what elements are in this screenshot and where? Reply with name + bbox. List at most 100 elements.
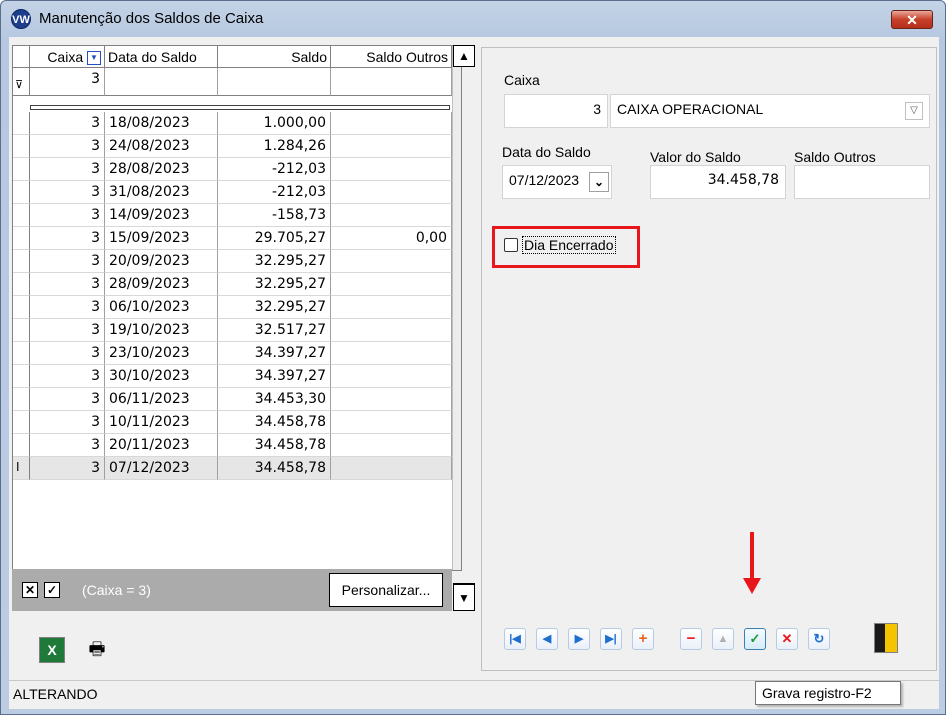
caixa-name-select[interactable]: CAIXA OPERACIONAL ▽ [610,94,930,128]
table-cell[interactable]: 3 [30,204,105,227]
close-button[interactable]: ✕ [891,10,933,29]
table-cell[interactable]: 1.000,00 [218,112,331,135]
table-cell[interactable]: 3 [30,112,105,135]
column-header-data[interactable]: Data do Saldo [105,46,218,68]
next-record-icon[interactable]: ▶ [568,628,590,650]
table-cell[interactable]: 3 [30,181,105,204]
row-indicator[interactable] [13,388,30,411]
add-icon[interactable]: + [632,628,654,650]
table-cell[interactable] [331,158,452,181]
table-cell[interactable] [331,135,452,158]
table-cell[interactable]: 3 [30,319,105,342]
valor-saldo-field[interactable]: 34.458,78 [650,165,786,199]
table-cell[interactable]: 3 [30,388,105,411]
table-cell[interactable]: 30/10/2023 [105,365,218,388]
table-cell[interactable]: 34.453,30 [218,388,331,411]
table-cell[interactable] [331,112,452,135]
row-indicator[interactable] [13,158,30,181]
refresh-icon[interactable]: ↻ [808,628,830,650]
excel-icon[interactable]: X [39,637,65,663]
table-cell[interactable]: 1.284,26 [218,135,331,158]
table-cell[interactable] [331,388,452,411]
table-cell[interactable] [331,296,452,319]
row-indicator[interactable] [13,135,30,158]
dia-encerrado-checkbox[interactable] [504,238,518,252]
column-header-caixa[interactable]: Caixa ▼ [30,46,105,68]
table-cell[interactable]: 24/08/2023 [105,135,218,158]
table-cell[interactable]: 18/08/2023 [105,112,218,135]
cancel-icon[interactable]: ✕ [776,628,798,650]
table-cell[interactable]: 3 [30,273,105,296]
row-indicator[interactable] [13,181,30,204]
table-cell[interactable]: 34.458,78 [218,457,331,480]
table-cell[interactable]: 20/11/2023 [105,434,218,457]
table-cell[interactable]: 28/09/2023 [105,273,218,296]
row-indicator[interactable] [13,365,30,388]
row-indicator[interactable] [13,112,30,135]
table-cell[interactable]: 32.295,27 [218,250,331,273]
dia-encerrado-label[interactable]: Dia Encerrado [522,236,616,254]
table-cell[interactable]: -158,73 [218,204,331,227]
saldo-outros-field[interactable] [794,165,930,199]
table-cell[interactable]: -212,03 [218,181,331,204]
row-indicator[interactable] [13,411,30,434]
table-cell[interactable]: 14/09/2023 [105,204,218,227]
table-cell[interactable] [331,273,452,296]
table-cell[interactable] [331,342,452,365]
table-cell[interactable] [331,204,452,227]
table-cell[interactable]: 34.458,78 [218,411,331,434]
saldos-grid[interactable]: Caixa ▼ Data do Saldo Saldo Saldo Outros… [12,45,462,571]
table-cell[interactable]: 15/09/2023 [105,227,218,250]
last-record-icon[interactable]: ▶| [600,628,622,650]
table-cell[interactable]: 31/08/2023 [105,181,218,204]
scroll-down-button[interactable]: ▼ [453,583,475,611]
column-header-saldo[interactable]: Saldo [218,46,331,68]
remove-icon[interactable]: − [680,628,702,650]
table-cell[interactable]: 3 [30,342,105,365]
row-indicator[interactable] [13,227,30,250]
row-indicator[interactable] [13,273,30,296]
table-cell[interactable] [331,365,452,388]
table-cell[interactable]: 3 [30,250,105,273]
filter-cell-caixa[interactable]: 3 [30,68,105,96]
table-cell[interactable]: 28/08/2023 [105,158,218,181]
row-indicator[interactable] [13,204,30,227]
customize-button[interactable]: Personalizar... [329,573,443,607]
table-cell[interactable]: 10/11/2023 [105,411,218,434]
table-cell[interactable]: 3 [30,158,105,181]
row-indicator[interactable]: I [13,457,30,480]
table-cell[interactable]: 34.458,78 [218,434,331,457]
vertical-scrollbar[interactable] [452,46,461,570]
filter-cell-data[interactable] [105,68,218,96]
table-cell[interactable]: 29.705,27 [218,227,331,250]
table-cell[interactable]: 3 [30,434,105,457]
table-cell[interactable]: 06/11/2023 [105,388,218,411]
table-cell[interactable]: 06/10/2023 [105,296,218,319]
exit-icon[interactable] [874,623,898,653]
filter-dropdown-icon[interactable]: ▼ [87,51,101,66]
table-cell[interactable]: 32.295,27 [218,296,331,319]
table-cell[interactable]: 20/09/2023 [105,250,218,273]
data-saldo-field[interactable]: 07/12/2023 ⌄ [502,165,612,199]
printer-icon[interactable]: 🖶 [85,637,109,661]
table-cell[interactable] [331,250,452,273]
scroll-up-button[interactable]: ▲ [453,45,475,67]
table-cell[interactable]: 3 [30,365,105,388]
clear-filter-icon[interactable]: ✕ [22,582,38,598]
enable-filter-checkbox[interactable]: ✓ [44,582,60,598]
column-header-saldo-outros[interactable]: Saldo Outros [331,46,452,68]
prev-record-icon[interactable]: ◀ [536,628,558,650]
table-cell[interactable] [331,181,452,204]
table-cell[interactable]: 32.295,27 [218,273,331,296]
table-cell[interactable]: 3 [30,296,105,319]
table-cell[interactable]: 34.397,27 [218,342,331,365]
table-cell[interactable]: 3 [30,135,105,158]
edit-icon[interactable]: ▲ [712,628,734,650]
row-indicator[interactable] [13,434,30,457]
table-cell[interactable]: 34.397,27 [218,365,331,388]
table-cell[interactable]: 32.517,27 [218,319,331,342]
table-cell[interactable] [331,319,452,342]
table-cell[interactable] [331,457,452,480]
row-indicator[interactable] [13,296,30,319]
caixa-number-field[interactable]: 3 [504,94,608,128]
